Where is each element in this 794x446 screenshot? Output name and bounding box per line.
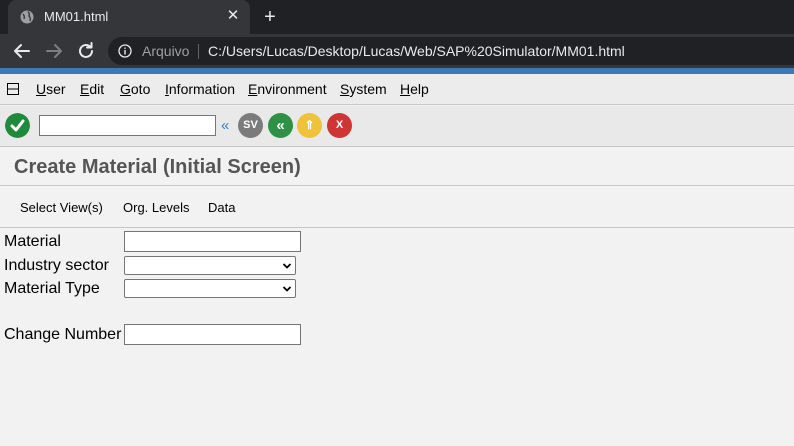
enter-check-icon[interactable] xyxy=(5,113,30,138)
back-arrow-icon[interactable] xyxy=(11,40,33,62)
menu-environment[interactable]: Environment xyxy=(248,81,327,97)
save-button[interactable]: SV xyxy=(238,113,263,138)
chevron-down-icon xyxy=(282,263,292,269)
menu-goto[interactable]: Goto xyxy=(120,81,150,97)
industry-sector-select[interactable] xyxy=(124,256,296,275)
menu-information[interactable]: Information xyxy=(165,81,235,97)
info-icon[interactable] xyxy=(118,44,132,58)
sap-menubar: User Edit Goto Information Environment S… xyxy=(0,74,794,105)
forward-arrow-icon[interactable] xyxy=(43,40,65,62)
change-number-label: Change Number xyxy=(4,326,122,343)
exit-button[interactable]: ⇑ xyxy=(297,113,322,138)
title-bar: Create Material (Initial Screen) xyxy=(0,148,794,186)
change-number-input[interactable] xyxy=(124,324,301,345)
back-button[interactable]: « xyxy=(268,113,293,138)
chevron-down-icon xyxy=(282,286,292,292)
select-views-button[interactable]: Select View(s) xyxy=(20,200,103,215)
address-url[interactable]: C:/Users/Lucas/Desktop/Lucas/Web/SAP%20S… xyxy=(208,43,625,59)
command-history-icon[interactable]: « xyxy=(221,117,229,134)
tab-title: MM01.html xyxy=(44,9,109,24)
page-title: Create Material (Initial Screen) xyxy=(14,156,301,178)
menu-edit[interactable]: Edit xyxy=(80,81,104,97)
material-type-label: Material Type xyxy=(4,280,100,297)
address-scheme-label: Arquivo xyxy=(142,43,190,59)
application-toolbar: Select View(s) Org. Levels Data xyxy=(0,187,794,228)
sap-standard-toolbar: « SV « ⇑ X xyxy=(0,106,794,147)
browser-tab[interactable]: MM01.html ✕ xyxy=(8,0,250,34)
address-bar[interactable]: Arquivo C:/Users/Lucas/Desktop/Lucas/Web… xyxy=(108,37,794,65)
new-tab-button[interactable]: + xyxy=(259,6,281,28)
command-field[interactable] xyxy=(39,115,216,136)
globe-icon xyxy=(20,10,34,24)
industry-sector-label: Industry sector xyxy=(4,257,109,274)
menu-system[interactable]: System xyxy=(340,81,387,97)
address-divider xyxy=(198,44,199,59)
data-button[interactable]: Data xyxy=(208,200,235,215)
menu-user[interactable]: User xyxy=(36,81,66,97)
reload-icon[interactable] xyxy=(75,40,97,62)
org-levels-button[interactable]: Org. Levels xyxy=(123,200,189,215)
material-label: Material xyxy=(4,233,61,250)
menu-help[interactable]: Help xyxy=(400,81,429,97)
browser-tabstrip: MM01.html ✕ + xyxy=(0,0,794,34)
cancel-button[interactable]: X xyxy=(327,113,352,138)
window-menu-icon[interactable] xyxy=(7,83,19,95)
material-input[interactable] xyxy=(124,231,301,252)
browser-toolbar: Arquivo C:/Users/Lucas/Desktop/Lucas/Web… xyxy=(0,34,794,68)
tab-close-icon[interactable]: ✕ xyxy=(224,7,242,25)
material-type-select[interactable] xyxy=(124,279,296,298)
